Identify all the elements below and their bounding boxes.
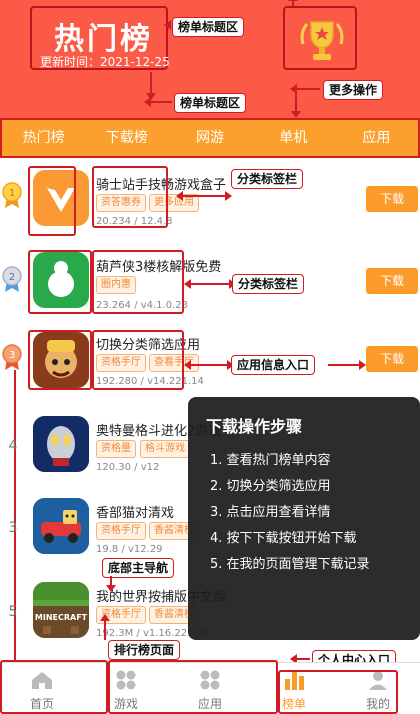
annotation-arrow [291,88,301,118]
app-name[interactable]: 香部猫对清戏 [96,502,174,521]
svg-text:2: 2 [9,272,15,283]
annotation-box [28,166,76,236]
app-icon[interactable] [33,416,89,472]
download-button[interactable]: 下载 [366,268,418,294]
tab-apps[interactable]: 应用 [335,120,418,156]
app-meta: 19.8 / v12.29 [96,544,163,555]
annotation-arrow [290,84,320,94]
popup-step: 1. 查看热门榜单内容 [210,453,331,468]
svg-text:1: 1 [9,188,15,199]
annotation-box [0,660,108,714]
update-date: 更新时间：2021-12-25 [40,55,170,69]
annotation-title-area-2: 榜单标题区 [174,93,247,113]
trophy-icon[interactable] [283,6,357,70]
annotation-box [92,166,168,228]
app-meta: 120.30 / v12 [96,462,160,473]
annotation-box [108,660,278,714]
app-tag: 资格量 [96,440,136,458]
annotation-arrow [176,191,232,201]
ranking-page: 热门榜 更新时间：2021-12-25 榜单标题区 榜单标题区 更多操作 热门榜… [0,0,420,714]
annotation-app-info: 应用信息入口 [231,355,316,375]
annotation-category-tags: 分类标签栏 [231,169,304,189]
annotation-arrow [288,0,298,6]
annotation-box [92,250,184,314]
svg-text:3: 3 [9,350,15,361]
annotation-box [278,670,398,714]
rank-number: 5 [8,604,18,620]
annotation-rank-page: 排行榜页面 [108,640,181,660]
popup-step: 4. 按下下载按钮开始下载 [210,531,357,546]
rank-number: 4 [8,438,18,454]
popup-step: 5. 在我的页面管理下载记录 [210,557,370,572]
annotation-box [92,330,184,390]
tab-online-games[interactable]: 网游 [168,120,251,156]
annotation-box [28,330,92,390]
app-tag: 资格手厅 [96,522,146,540]
svg-text:MINECRAFT: MINECRAFT [35,613,88,622]
annotation-arrow [146,72,156,100]
annotation-arrow [184,360,234,370]
tab-hot[interactable]: 热门榜 [2,120,85,156]
annotation-category-tags-2: 分类标签栏 [232,274,305,294]
annotation-arrow [144,97,172,107]
annotation-box [28,250,92,314]
app-icon[interactable]: MINECRAFT [33,582,89,638]
annotation-arrow [100,614,110,640]
popup-step: 3. 点击应用查看详情 [210,505,331,520]
title-card: 热门榜 更新时间：2021-12-25 [30,6,170,70]
rank-number: 3 [8,520,18,536]
silver-medal-icon: 2 [2,266,22,292]
app-tag: 格斗游戏 [140,440,190,458]
category-tabs: 热门榜 下载榜 网游 单机 应用 [0,118,420,158]
annotation-arrow [328,360,366,370]
annotation-arrow [290,654,310,664]
app-icon[interactable] [33,498,89,554]
annotation-more-actions: 更多操作 [323,80,384,100]
download-button[interactable]: 下载 [366,346,418,372]
bronze-medal-icon: 3 [2,344,22,370]
page-title: 热门榜 [54,22,153,57]
ranking-header: 热门榜 更新时间：2021-12-25 榜单标题区 榜单标题区 更多操作 [0,0,420,120]
annotation-title-area: 榜单标题区 [172,17,245,37]
tab-single-player[interactable]: 单机 [252,120,335,156]
download-button[interactable]: 下载 [366,186,418,212]
download-steps-popup: 下载操作步骤 1. 查看热门榜单内容 2. 切换分类筛选应用 3. 点击应用查看… [188,397,420,640]
popup-title: 下载操作步骤 [206,417,303,436]
annotation-arrow [106,576,116,592]
annotation-arrow [184,279,236,289]
annotation-bottom-nav: 底部主导航 [102,558,175,578]
gold-medal-icon: 1 [2,182,22,208]
popup-step: 2. 切换分类筛选应用 [210,479,331,494]
tab-downloads[interactable]: 下载榜 [85,120,168,156]
